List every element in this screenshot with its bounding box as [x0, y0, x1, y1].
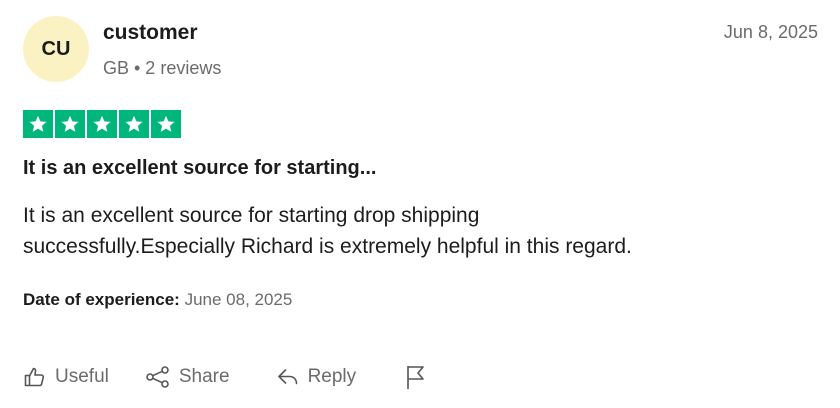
avatar-initials: CU	[41, 37, 71, 60]
review-date: Jun 8, 2025	[723, 22, 818, 42]
review-card: CU customer GB • 2 reviews Jun 8, 2025 I…	[0, 0, 840, 408]
share-label: Share	[178, 366, 230, 387]
review-actions: Useful Share Reply	[23, 364, 436, 390]
date-of-experience: Date of experience: June 08, 2025	[23, 290, 292, 310]
star-icon	[87, 110, 117, 138]
star-icon	[23, 110, 53, 138]
share-icon	[146, 366, 169, 388]
reply-button[interactable]: Reply	[276, 365, 357, 389]
review-body-line: It is an excellent source for starting d…	[23, 204, 480, 227]
star-icon	[55, 110, 85, 138]
review-body: It is an excellent source for starting d…	[23, 200, 813, 262]
reply-label: Reply	[307, 366, 357, 387]
review-body-line: successfully.Especially Richard is extre…	[23, 235, 632, 258]
useful-label: Useful	[55, 366, 109, 387]
reply-icon	[277, 369, 297, 385]
experience-date: June 08, 2025	[184, 290, 293, 309]
useful-button[interactable]: Useful	[23, 365, 109, 389]
share-button[interactable]: Share	[145, 365, 230, 389]
star-icon	[151, 110, 181, 138]
avatar[interactable]: CU	[23, 16, 89, 82]
experience-label: Date of experience:	[23, 290, 180, 309]
star-icon	[119, 110, 149, 138]
reviewer-name[interactable]: customer	[103, 21, 198, 45]
thumbs-up-icon	[24, 367, 45, 387]
review-title[interactable]: It is an excellent source for starting..…	[23, 157, 376, 180]
star-rating	[23, 110, 181, 138]
reviewer-meta: GB • 2 reviews	[103, 58, 222, 78]
flag-icon	[407, 366, 424, 389]
report-flag-button[interactable]	[404, 364, 436, 390]
